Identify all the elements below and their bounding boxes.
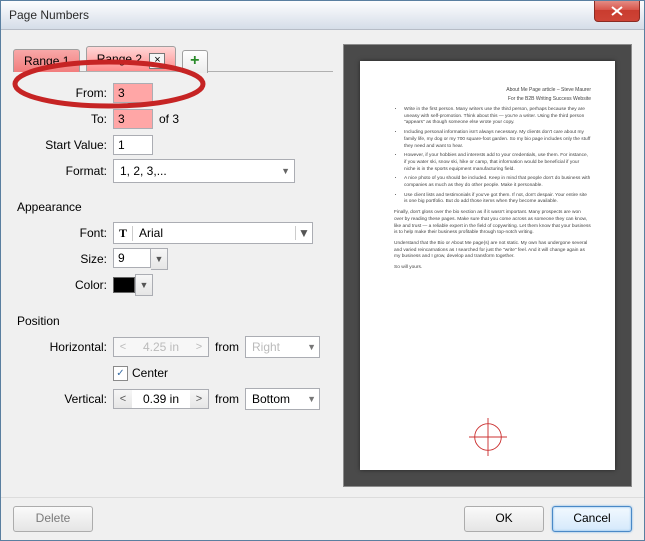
vertical-value: 0.39 in bbox=[132, 389, 190, 409]
preview-bullet: Use client lists and testimonials if you… bbox=[404, 193, 591, 206]
preview-para: So will yours. bbox=[394, 265, 591, 272]
page-numbers-dialog: Page Numbers Range 1 Range 2 × + From: bbox=[0, 0, 645, 541]
center-label: Center bbox=[132, 366, 168, 380]
preview-title-1: About Me Page article – Steve Maurer bbox=[394, 87, 591, 94]
delete-button[interactable]: Delete bbox=[13, 506, 93, 532]
preview-page: About Me Page article – Steve Maurer For… bbox=[360, 61, 615, 470]
font-value: Arial bbox=[133, 226, 295, 240]
vertical-from-value: Bottom bbox=[252, 392, 290, 406]
tab-label: Range 2 bbox=[97, 52, 142, 66]
cancel-button[interactable]: Cancel bbox=[552, 506, 632, 532]
tab-range-2[interactable]: Range 2 × bbox=[86, 46, 177, 71]
close-icon bbox=[611, 6, 623, 16]
size-label: Size: bbox=[13, 252, 113, 266]
from-input[interactable] bbox=[113, 83, 153, 103]
preview-bullet: A nice photo of you should be included. … bbox=[404, 176, 591, 189]
chevron-down-icon: ▼ bbox=[307, 394, 316, 404]
range-tabs: Range 1 Range 2 × + bbox=[13, 46, 333, 72]
center-checkbox[interactable]: ✓ Center bbox=[113, 366, 168, 381]
tab-label: Range 1 bbox=[24, 54, 69, 68]
preview-bullet: Including personal information isn't alw… bbox=[404, 130, 591, 150]
horizontal-from-select: Right ▼ bbox=[245, 336, 320, 358]
add-range-button[interactable]: + bbox=[182, 50, 208, 73]
vertical-from-select[interactable]: Bottom ▼ bbox=[245, 388, 320, 410]
step-right-button[interactable]: > bbox=[190, 389, 209, 409]
window-title: Page Numbers bbox=[9, 8, 89, 22]
position-crosshair-icon bbox=[469, 418, 507, 456]
from-label: From: bbox=[13, 86, 113, 100]
preview-panel: About Me Page article – Steve Maurer For… bbox=[343, 40, 632, 491]
horizontal-from-value: Right bbox=[252, 340, 280, 354]
step-left-button[interactable]: < bbox=[113, 389, 132, 409]
horizontal-stepper: < 4.25 in > bbox=[113, 337, 209, 357]
checkbox-box: ✓ bbox=[113, 366, 128, 381]
size-dropdown-button[interactable]: ▼ bbox=[151, 248, 168, 270]
dialog-footer: Delete OK Cancel bbox=[1, 497, 644, 540]
color-label: Color: bbox=[13, 278, 113, 292]
size-input[interactable] bbox=[113, 248, 151, 268]
to-label: To: bbox=[13, 112, 113, 126]
vertical-stepper[interactable]: < 0.39 in > bbox=[113, 389, 209, 409]
chevron-down-icon: ▼ bbox=[281, 166, 290, 176]
vertical-label: Vertical: bbox=[13, 392, 113, 406]
settings-panel: Range 1 Range 2 × + From: To: of 3 bbox=[13, 40, 333, 491]
chevron-down-icon: ▼ bbox=[307, 342, 316, 352]
preview-frame: About Me Page article – Steve Maurer For… bbox=[343, 44, 632, 487]
preview-bullet: However, if your hobbies and interests a… bbox=[404, 153, 591, 173]
from-text: from bbox=[215, 340, 239, 354]
font-label: Font: bbox=[13, 226, 113, 240]
color-swatch[interactable] bbox=[113, 277, 135, 293]
start-value-label: Start Value: bbox=[13, 138, 113, 152]
tab-close-icon[interactable]: × bbox=[149, 53, 165, 69]
titlebar: Page Numbers bbox=[1, 1, 644, 30]
font-icon: T bbox=[114, 226, 133, 241]
of-text: of 3 bbox=[159, 112, 179, 126]
format-value: 1, 2, 3,... bbox=[120, 164, 167, 178]
preview-bullet: Write in the first person. Many writers … bbox=[404, 107, 591, 127]
appearance-heading: Appearance bbox=[17, 200, 333, 214]
preview-para: Understand that the Bio or About Me page… bbox=[394, 241, 591, 261]
color-dropdown-button[interactable]: ▼ bbox=[135, 274, 153, 296]
chevron-down-icon: ▼ bbox=[295, 226, 312, 240]
preview-title-2: For the B2B Writing Success Website bbox=[394, 96, 591, 103]
horizontal-value: 4.25 in bbox=[132, 337, 190, 357]
tab-range-1[interactable]: Range 1 bbox=[13, 49, 80, 72]
plus-icon: + bbox=[190, 52, 199, 69]
format-select[interactable]: 1, 2, 3,... ▼ bbox=[113, 159, 295, 183]
close-button[interactable] bbox=[594, 1, 640, 22]
format-label: Format: bbox=[13, 164, 113, 178]
horizontal-label: Horizontal: bbox=[13, 340, 113, 354]
from-text: from bbox=[215, 392, 239, 406]
to-input[interactable] bbox=[113, 109, 153, 129]
start-value-input[interactable] bbox=[113, 135, 153, 155]
font-select[interactable]: T Arial ▼ bbox=[113, 222, 313, 244]
step-left-button: < bbox=[113, 337, 132, 357]
preview-bullets: Write in the first person. Many writers … bbox=[404, 107, 591, 206]
ok-button[interactable]: OK bbox=[464, 506, 544, 532]
preview-para: Finally, don't gloss over the bio sectio… bbox=[394, 210, 591, 237]
position-heading: Position bbox=[17, 314, 333, 328]
step-right-button: > bbox=[190, 337, 209, 357]
